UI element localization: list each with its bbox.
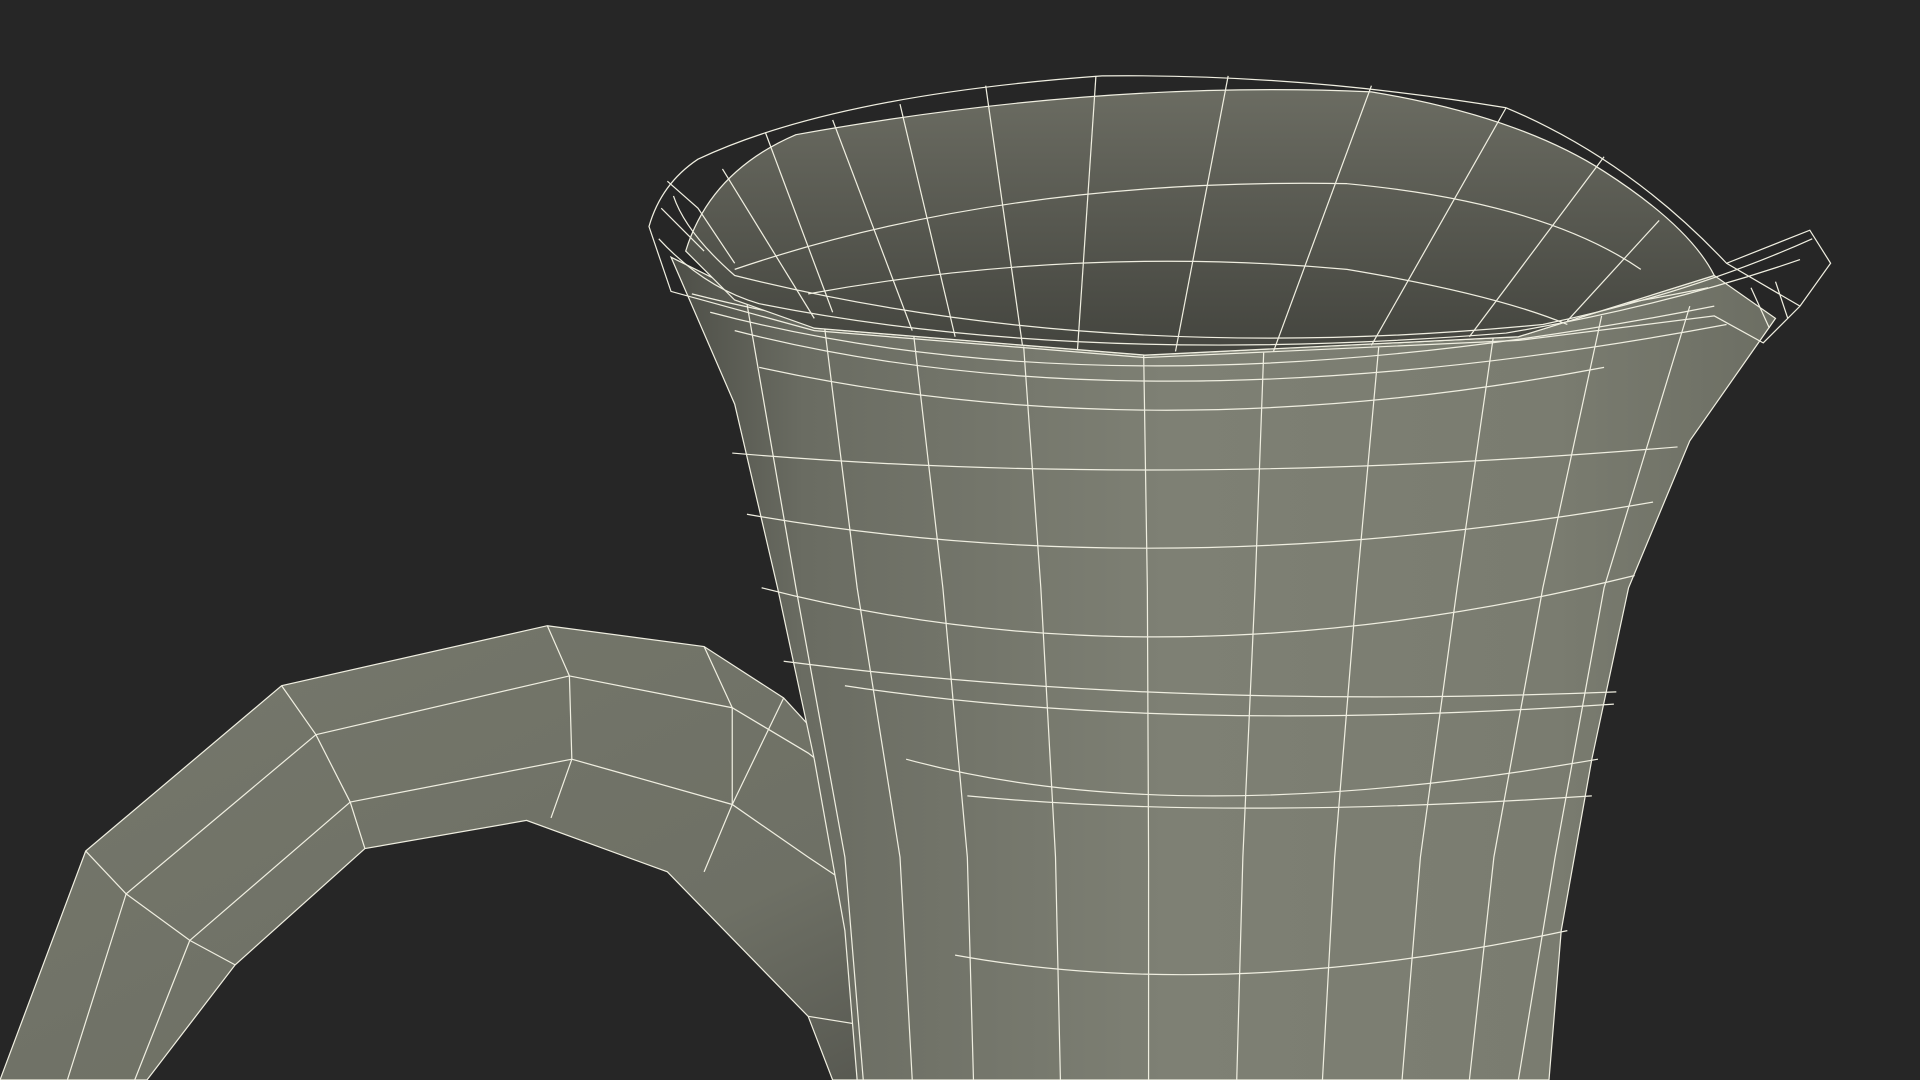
pitcher-wireframe-scene bbox=[0, 0, 1920, 1080]
render-viewport bbox=[0, 0, 1920, 1080]
